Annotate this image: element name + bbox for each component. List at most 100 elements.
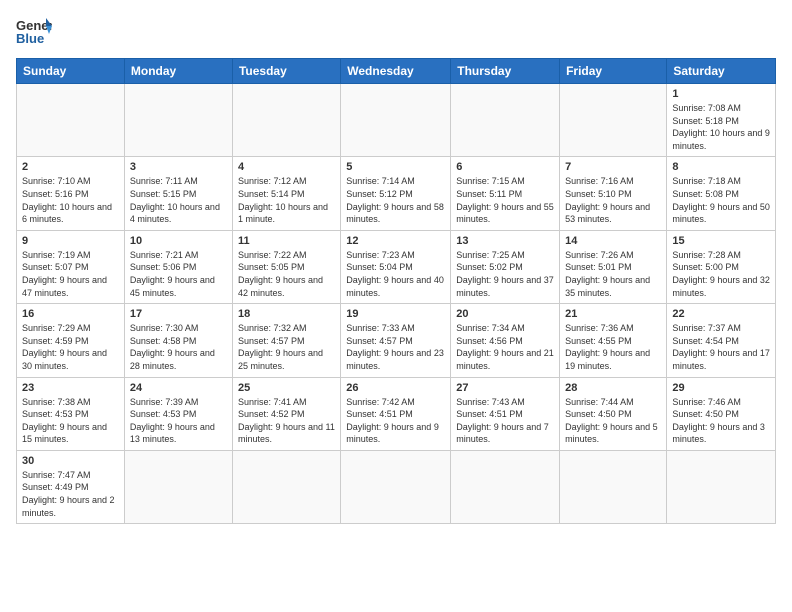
- day-info: Sunrise: 7:29 AM Sunset: 4:59 PM Dayligh…: [22, 322, 119, 372]
- calendar-cell: [451, 450, 560, 523]
- day-number: 2: [22, 161, 119, 173]
- day-number: 17: [130, 308, 227, 320]
- day-info: Sunrise: 7:10 AM Sunset: 5:16 PM Dayligh…: [22, 175, 119, 225]
- day-info: Sunrise: 7:21 AM Sunset: 5:06 PM Dayligh…: [130, 249, 227, 299]
- calendar-cell: 24Sunrise: 7:39 AM Sunset: 4:53 PM Dayli…: [124, 377, 232, 450]
- calendar-cell: [341, 450, 451, 523]
- calendar-cell: [17, 84, 125, 157]
- day-info: Sunrise: 7:16 AM Sunset: 5:10 PM Dayligh…: [565, 175, 661, 225]
- weekday-header-friday: Friday: [560, 59, 667, 84]
- day-info: Sunrise: 7:32 AM Sunset: 4:57 PM Dayligh…: [238, 322, 335, 372]
- calendar-week-row: 9 Sunrise: 7:19 AM Sunset: 5:07 PM Daylig…: [17, 230, 776, 303]
- day-number: 27: [456, 382, 554, 394]
- calendar-cell: 7Sunrise: 7:16 AM Sunset: 5:10 PM Daylig…: [560, 157, 667, 230]
- day-info: Sunrise: 7:23 AM Sunset: 5:04 PM Dayligh…: [346, 249, 445, 299]
- day-number: 1: [672, 88, 770, 100]
- weekday-header-tuesday: Tuesday: [232, 59, 340, 84]
- day-number: 14: [565, 235, 661, 247]
- day-number: 19: [346, 308, 445, 320]
- day-info: Sunrise: 7:14 AM Sunset: 5:12 PM Dayligh…: [346, 175, 445, 225]
- calendar-week-row: 1 Sunrise: 7:08 AM Sunset: 5:18 PM Daylig…: [17, 84, 776, 157]
- day-number: 16: [22, 308, 119, 320]
- day-info: Sunrise: 7:41 AM Sunset: 4:52 PM Dayligh…: [238, 396, 335, 446]
- day-number: 13: [456, 235, 554, 247]
- day-number: 24: [130, 382, 227, 394]
- day-number: 9: [22, 235, 119, 247]
- weekday-header-wednesday: Wednesday: [341, 59, 451, 84]
- calendar-week-row: 16 Sunrise: 7:29 AM Sunset: 4:59 PM Dayli…: [17, 304, 776, 377]
- day-info: Sunrise: 7:19 AM Sunset: 5:07 PM Dayligh…: [22, 249, 119, 299]
- day-info: Sunrise: 7:42 AM Sunset: 4:51 PM Dayligh…: [346, 396, 445, 446]
- day-number: 4: [238, 161, 335, 173]
- calendar-cell: [667, 450, 776, 523]
- calendar-cell: 30 Sunrise: 7:47 AM Sunset: 4:49 PM Dayli…: [17, 450, 125, 523]
- calendar-cell: 27 Sunrise: 7:43 AM Sunset: 4:51 PM Dayli…: [451, 377, 560, 450]
- day-info: Sunrise: 7:25 AM Sunset: 5:02 PM Dayligh…: [456, 249, 554, 299]
- day-number: 28: [565, 382, 661, 394]
- day-info: Sunrise: 7:34 AM Sunset: 4:56 PM Dayligh…: [456, 322, 554, 372]
- day-info: Sunrise: 7:26 AM Sunset: 5:01 PM Dayligh…: [565, 249, 661, 299]
- day-number: 11: [238, 235, 335, 247]
- day-info: Sunrise: 7:33 AM Sunset: 4:57 PM Dayligh…: [346, 322, 445, 372]
- day-info: Sunrise: 7:30 AM Sunset: 4:58 PM Dayligh…: [130, 322, 227, 372]
- day-info: Sunrise: 7:15 AM Sunset: 5:11 PM Dayligh…: [456, 175, 554, 225]
- day-info: Sunrise: 7:47 AM Sunset: 4:49 PM Dayligh…: [22, 469, 119, 519]
- weekday-header-monday: Monday: [124, 59, 232, 84]
- day-info: Sunrise: 7:38 AM Sunset: 4:53 PM Dayligh…: [22, 396, 119, 446]
- calendar-cell: 1 Sunrise: 7:08 AM Sunset: 5:18 PM Daylig…: [667, 84, 776, 157]
- calendar-cell: 26 Sunrise: 7:42 AM Sunset: 4:51 PM Dayli…: [341, 377, 451, 450]
- calendar-cell: 22Sunrise: 7:37 AM Sunset: 4:54 PM Dayli…: [667, 304, 776, 377]
- calendar-cell: 4 Sunrise: 7:12 AM Sunset: 5:14 PM Daylig…: [232, 157, 340, 230]
- calendar-week-row: 2 Sunrise: 7:10 AM Sunset: 5:16 PM Daylig…: [17, 157, 776, 230]
- day-info: Sunrise: 7:11 AM Sunset: 5:15 PM Dayligh…: [130, 175, 227, 225]
- day-info: Sunrise: 7:18 AM Sunset: 5:08 PM Dayligh…: [672, 175, 770, 225]
- day-number: 12: [346, 235, 445, 247]
- calendar-cell: 15Sunrise: 7:28 AM Sunset: 5:00 PM Dayli…: [667, 230, 776, 303]
- calendar-cell: 5 Sunrise: 7:14 AM Sunset: 5:12 PM Daylig…: [341, 157, 451, 230]
- calendar-cell: 2 Sunrise: 7:10 AM Sunset: 5:16 PM Daylig…: [17, 157, 125, 230]
- calendar-week-row: 23 Sunrise: 7:38 AM Sunset: 4:53 PM Dayli…: [17, 377, 776, 450]
- calendar-cell: 12 Sunrise: 7:23 AM Sunset: 5:04 PM Dayli…: [341, 230, 451, 303]
- calendar-cell: 8Sunrise: 7:18 AM Sunset: 5:08 PM Daylig…: [667, 157, 776, 230]
- logo: General Blue: [16, 16, 58, 46]
- day-number: 23: [22, 382, 119, 394]
- calendar-cell: 6Sunrise: 7:15 AM Sunset: 5:11 PM Daylig…: [451, 157, 560, 230]
- calendar-cell: 16 Sunrise: 7:29 AM Sunset: 4:59 PM Dayli…: [17, 304, 125, 377]
- calendar-cell: 25Sunrise: 7:41 AM Sunset: 4:52 PM Dayli…: [232, 377, 340, 450]
- calendar-week-row: 30 Sunrise: 7:47 AM Sunset: 4:49 PM Dayli…: [17, 450, 776, 523]
- day-number: 10: [130, 235, 227, 247]
- calendar-cell: 19 Sunrise: 7:33 AM Sunset: 4:57 PM Dayli…: [341, 304, 451, 377]
- day-number: 26: [346, 382, 445, 394]
- weekday-header-row: SundayMondayTuesdayWednesdayThursdayFrid…: [17, 59, 776, 84]
- calendar-cell: 29 Sunrise: 7:46 AM Sunset: 4:50 PM Dayli…: [667, 377, 776, 450]
- calendar-cell: [232, 84, 340, 157]
- day-info: Sunrise: 7:46 AM Sunset: 4:50 PM Dayligh…: [672, 396, 770, 446]
- calendar-cell: [232, 450, 340, 523]
- page-header: General Blue: [16, 16, 776, 46]
- logo-icon: General Blue: [16, 16, 52, 46]
- day-number: 18: [238, 308, 335, 320]
- calendar-cell: [560, 450, 667, 523]
- day-number: 30: [22, 455, 119, 467]
- day-info: Sunrise: 7:08 AM Sunset: 5:18 PM Dayligh…: [672, 102, 770, 152]
- day-number: 29: [672, 382, 770, 394]
- calendar-cell: [560, 84, 667, 157]
- day-info: Sunrise: 7:36 AM Sunset: 4:55 PM Dayligh…: [565, 322, 661, 372]
- calendar-table: SundayMondayTuesdayWednesdayThursdayFrid…: [16, 58, 776, 524]
- calendar-cell: 18 Sunrise: 7:32 AM Sunset: 4:57 PM Dayli…: [232, 304, 340, 377]
- day-info: Sunrise: 7:43 AM Sunset: 4:51 PM Dayligh…: [456, 396, 554, 446]
- day-info: Sunrise: 7:44 AM Sunset: 4:50 PM Dayligh…: [565, 396, 661, 446]
- day-info: Sunrise: 7:12 AM Sunset: 5:14 PM Dayligh…: [238, 175, 335, 225]
- calendar-cell: 14 Sunrise: 7:26 AM Sunset: 5:01 PM Dayli…: [560, 230, 667, 303]
- calendar-cell: 11 Sunrise: 7:22 AM Sunset: 5:05 PM Dayli…: [232, 230, 340, 303]
- day-number: 20: [456, 308, 554, 320]
- calendar-cell: 3Sunrise: 7:11 AM Sunset: 5:15 PM Daylig…: [124, 157, 232, 230]
- weekday-header-sunday: Sunday: [17, 59, 125, 84]
- calendar-cell: 10 Sunrise: 7:21 AM Sunset: 5:06 PM Dayli…: [124, 230, 232, 303]
- day-info: Sunrise: 7:22 AM Sunset: 5:05 PM Dayligh…: [238, 249, 335, 299]
- calendar-cell: 13 Sunrise: 7:25 AM Sunset: 5:02 PM Dayli…: [451, 230, 560, 303]
- day-number: 22: [672, 308, 770, 320]
- svg-text:Blue: Blue: [16, 31, 44, 46]
- calendar-cell: [124, 450, 232, 523]
- day-number: 5: [346, 161, 445, 173]
